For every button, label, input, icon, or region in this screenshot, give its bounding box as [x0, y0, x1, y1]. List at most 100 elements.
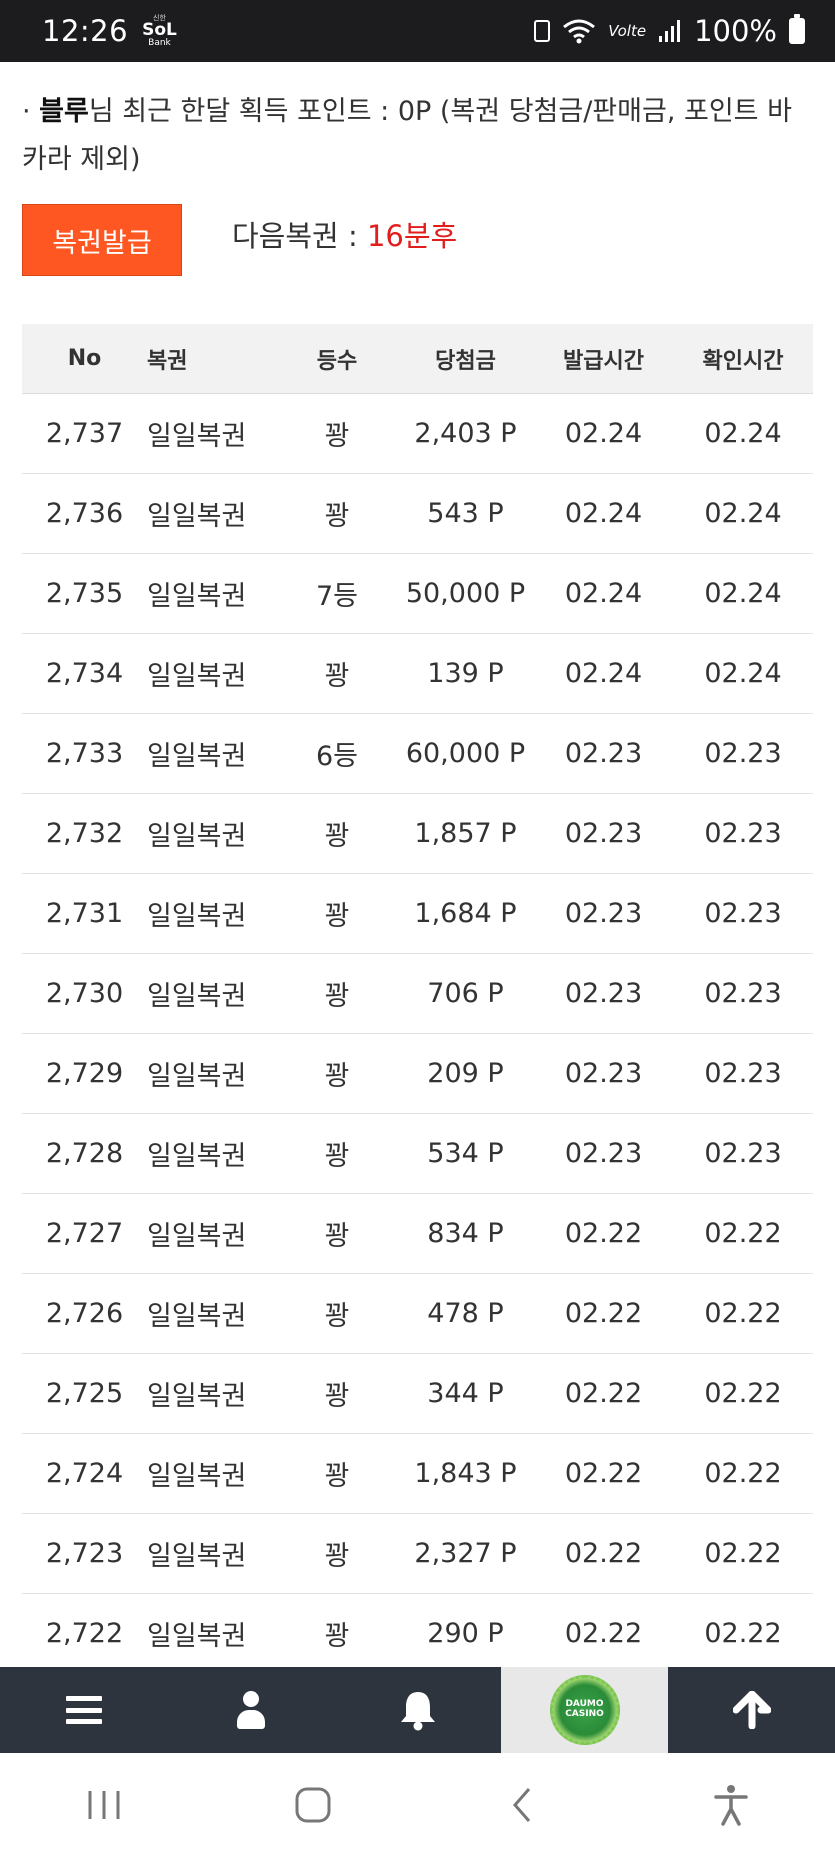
cell-name: 일일복권: [147, 501, 247, 532]
cell-no: 2,724: [45, 1458, 124, 1489]
cell-prize: 50,000 P: [405, 578, 526, 609]
cell-rank: 꽝: [324, 1221, 350, 1252]
cell-checked: 02.23: [704, 1138, 782, 1169]
cell-issued: 02.23: [564, 978, 643, 1009]
logo-text-bottom: CASINO: [565, 1709, 604, 1719]
next-lottery-time: 16분후: [366, 219, 458, 253]
recent-apps-button[interactable]: [64, 1775, 144, 1835]
home-icon: [295, 1787, 331, 1822]
table-row: 2,728 일일복권 꽝 534 P 02.23 02.23: [22, 1114, 813, 1194]
cell-checked: 02.22: [704, 1218, 782, 1249]
nav-notifications[interactable]: [334, 1667, 501, 1753]
back-icon: [512, 1787, 531, 1822]
cell-no: 2,729: [45, 1058, 124, 1089]
cell-issued: 02.22: [564, 1618, 643, 1649]
lottery-history-table: No 복권 등수 당첨금 발급시간 확인시간 2,737 일일복권 꽝 2,403 P…: [22, 324, 813, 1674]
table-row: 2,732 일일복권 꽝 1,857 P 02.23 02.23: [22, 794, 813, 874]
cell-rank: 꽝: [324, 501, 350, 532]
cell-no: 2,731: [45, 898, 124, 929]
volte-label: Volte: [608, 22, 647, 40]
cell-no: 2,732: [45, 818, 124, 849]
cell-name: 일일복권: [147, 1221, 247, 1252]
cell-issued: 02.24: [564, 658, 643, 689]
header-rank: 등수: [316, 348, 358, 374]
cell-no: 2,727: [45, 1218, 124, 1249]
cell-rank: 꽝: [324, 661, 350, 692]
cell-name: 일일복권: [147, 901, 247, 932]
cell-no: 2,726: [45, 1298, 124, 1329]
cell-prize: 706 P: [427, 978, 504, 1009]
table-body: 2,737 일일복권 꽝 2,403 P 02.24 02.24 2,736 일일복권 꽝 543…: [22, 394, 813, 1674]
accessibility-icon: [713, 1784, 748, 1826]
next-lottery-label: 다음복권 :: [232, 219, 367, 253]
cell-prize: 344 P: [427, 1378, 504, 1409]
header-prize: 당첨금: [435, 348, 496, 374]
recent-apps-icon: [88, 1790, 120, 1819]
cell-prize: 139 P: [427, 658, 504, 689]
cell-name: 일일복권: [147, 1301, 247, 1332]
monthly-points-info: · 블루님 최근 한달 획득 포인트 : 0P (복권 당첨금/판매금, 포인트…: [22, 88, 812, 184]
cell-prize: 1,684 P: [414, 898, 517, 929]
cell-prize: 60,000 P: [405, 738, 526, 769]
accessibility-button[interactable]: [691, 1775, 771, 1835]
table-row: 2,731 일일복권 꽝 1,684 P 02.23 02.23: [22, 874, 813, 954]
cell-checked: 02.22: [704, 1458, 782, 1489]
back-button[interactable]: [482, 1775, 562, 1835]
nav-home-casino[interactable]: DAUMO CASINO: [501, 1667, 668, 1753]
cell-prize: 2,327 P: [414, 1538, 517, 1569]
cell-issued: 02.22: [564, 1538, 643, 1569]
cell-checked: 02.23: [704, 738, 782, 769]
username: 블루: [39, 96, 89, 127]
cell-rank: 6등: [315, 741, 359, 772]
cell-rank: 꽝: [324, 1061, 350, 1092]
cell-checked: 02.24: [704, 658, 782, 689]
cell-prize: 534 P: [427, 1138, 504, 1169]
status-bar: 12:26 신한 SoL Bank Volte 100%: [0, 0, 835, 62]
cell-prize: 543 P: [427, 498, 504, 529]
sol-logo-main: SoL: [142, 19, 177, 40]
cell-prize: 478 P: [427, 1298, 504, 1329]
table-row: 2,724 일일복권 꽝 1,843 P 02.22 02.22: [22, 1434, 813, 1514]
cell-checked: 02.24: [704, 418, 782, 449]
cell-checked: 02.23: [704, 898, 782, 929]
table-row: 2,735 일일복권 7등 50,000 P 02.24 02.24: [22, 554, 813, 634]
nav-profile[interactable]: [167, 1667, 334, 1753]
table-row: 2,723 일일복권 꽝 2,327 P 02.22 02.22: [22, 1514, 813, 1594]
sol-logo-bottom: Bank: [148, 37, 171, 48]
cell-issued: 02.22: [564, 1378, 643, 1409]
nav-menu[interactable]: [0, 1667, 167, 1753]
sol-bank-logo: 신한 SoL Bank: [142, 13, 177, 48]
cell-rank: 꽝: [324, 1621, 350, 1652]
cell-name: 일일복권: [147, 1061, 247, 1092]
header-checked: 확인시간: [702, 348, 784, 374]
cell-issued: 02.23: [564, 1138, 643, 1169]
sol-logo-top: 신한: [153, 13, 166, 22]
cell-no: 2,722: [45, 1618, 124, 1649]
cell-issued: 02.24: [564, 498, 643, 529]
menu-icon: [65, 1696, 102, 1724]
issue-lottery-button[interactable]: 복권발급: [22, 204, 182, 276]
cell-issued: 02.22: [564, 1298, 643, 1329]
cell-rank: 꽝: [324, 1381, 350, 1412]
cell-rank: 꽝: [324, 821, 350, 852]
cell-prize: 1,857 P: [414, 818, 517, 849]
cell-prize: 2,403 P: [414, 418, 517, 449]
cell-rank: 7등: [315, 581, 359, 612]
status-left: 12:26 신한 SoL Bank: [42, 14, 177, 48]
cell-checked: 02.22: [704, 1538, 782, 1569]
cell-issued: 02.23: [564, 898, 643, 929]
cell-name: 일일복권: [147, 1381, 247, 1412]
cell-checked: 02.23: [704, 978, 782, 1009]
cell-checked: 02.22: [704, 1618, 782, 1649]
cell-issued: 02.23: [564, 1058, 643, 1089]
cell-prize: 209 P: [427, 1058, 504, 1089]
cell-prize: 290 P: [427, 1618, 504, 1649]
nav-scroll-top[interactable]: [668, 1667, 835, 1753]
cell-no: 2,735: [45, 578, 124, 609]
home-button[interactable]: [273, 1775, 353, 1835]
signal-icon: [659, 20, 681, 42]
cell-name: 일일복권: [147, 421, 247, 452]
cell-no: 2,736: [45, 498, 124, 529]
next-lottery: 다음복권 : 16분후: [232, 212, 457, 260]
cell-issued: 02.22: [564, 1458, 643, 1489]
